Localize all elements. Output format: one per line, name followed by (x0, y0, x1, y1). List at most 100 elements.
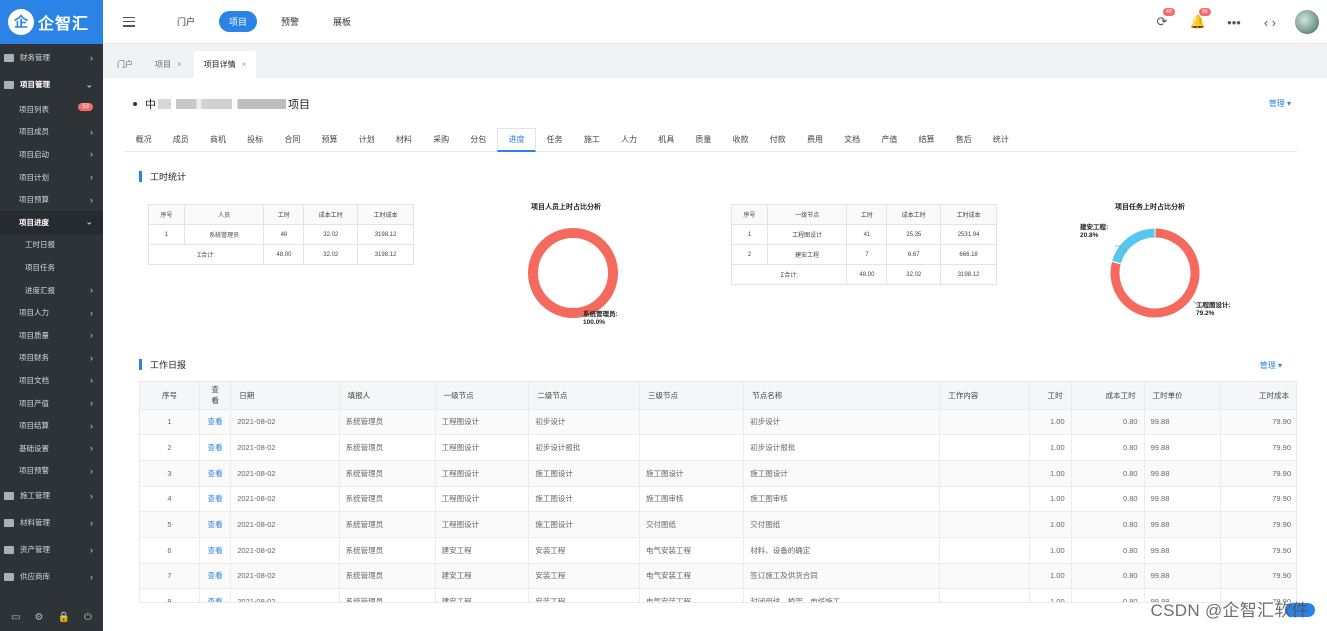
page-tab-2[interactable]: 项目详情 × (193, 51, 257, 78)
sidebar-item-6[interactable]: 项目预算 › (0, 188, 103, 211)
subtab-23[interactable]: 统计 (982, 128, 1019, 152)
subtab-7[interactable]: 材料 (385, 128, 422, 152)
view-link[interactable]: 查看 (199, 511, 232, 538)
sidebar-item-label: 进度汇报 (25, 285, 55, 295)
people_table-header: 工时 (263, 204, 305, 225)
sidebar-item-7[interactable]: 项目进度 ⌄ (0, 210, 103, 234)
menu-toggle-icon[interactable] (123, 16, 135, 27)
more-icon[interactable]: ••• (1223, 11, 1245, 33)
table-cell (939, 562, 1030, 589)
sidebar-item-21[interactable]: 资产管理 › (0, 536, 103, 563)
people-hours-table: 序号 人员 工时 成本工时 工时成本 1 系统管理员 48 32.02 3198.12 Σ合计: 48… (147, 204, 414, 265)
chevron-right-icon: › (90, 443, 93, 454)
bell-icon[interactable]: 🔔 99 (1187, 8, 1211, 33)
sidebar-item-9[interactable]: 项目任务 (0, 256, 103, 279)
table-cell: 工程图设计 (435, 511, 530, 538)
sidebar-item-3[interactable]: 项目成员 › (0, 121, 103, 144)
view-link[interactable]: 查看 (199, 485, 232, 512)
sidebar-item-13[interactable]: 项目财务 › (0, 347, 103, 370)
topnav-0[interactable]: 门户 (167, 11, 205, 32)
table-cell: 交付图纸 (639, 511, 745, 538)
subtab-2[interactable]: 商机 (199, 128, 236, 152)
subtab-0[interactable]: 概况 (125, 128, 162, 152)
subtab-10[interactable]: 进度 (496, 127, 537, 152)
topnav-3[interactable]: 展板 (323, 11, 361, 32)
daily-col-header: 一级节点 (435, 382, 530, 409)
daily-col-header: 工时单价 (1144, 382, 1221, 409)
manage-dropdown[interactable]: 管理 ▾ (1269, 98, 1291, 109)
table-cell: 0.80 (1071, 588, 1145, 602)
subtab-3[interactable]: 投标 (237, 128, 274, 152)
table-cell: 初步设计报批 (528, 434, 640, 461)
close-icon[interactable]: × (177, 60, 182, 69)
monitor-icon[interactable]: ▭ (11, 612, 20, 623)
sidebar-item-15[interactable]: 项目产值 › (0, 392, 103, 415)
subtab-17[interactable]: 付款 (759, 128, 796, 152)
subtab-16[interactable]: 收款 (722, 128, 759, 152)
sidebar-item-8[interactable]: 工时日报 (0, 234, 103, 257)
sidebar-item-1[interactable]: 项目管理 ⌄ (0, 71, 103, 98)
page-tab-0[interactable]: 门户 (107, 51, 143, 78)
subtab-21[interactable]: 结算 (908, 128, 945, 152)
view-link[interactable]: 查看 (199, 536, 232, 564)
sidebar-item-14[interactable]: 项目文档 › (0, 369, 103, 392)
view-link[interactable]: 查看 (199, 459, 232, 487)
sidebar-item-0[interactable]: 财务管理 › (0, 44, 103, 71)
sidebar-item-10[interactable]: 进度汇报 › (0, 279, 103, 302)
sidebar-item-16[interactable]: 项目结算 › (0, 414, 103, 437)
gear-icon[interactable]: ⚙ (35, 612, 44, 623)
section-marker (139, 171, 142, 182)
subtab-13[interactable]: 人力 (610, 128, 647, 152)
sidebar-item-22[interactable]: 供应商库 › (0, 563, 103, 590)
view-link[interactable]: 查看 (199, 408, 232, 435)
logo[interactable]: 企 企智汇 (0, 0, 103, 44)
people-donut-chart (528, 228, 618, 319)
code-icon[interactable]: ‹ › (1259, 11, 1281, 33)
daily-manage-dropdown[interactable]: 管理 ▾ (1260, 360, 1282, 371)
table-cell (939, 434, 1030, 461)
subtab-22[interactable]: 售后 (945, 128, 982, 152)
sidebar-item-20[interactable]: 材料管理 › (0, 509, 103, 536)
sidebar-item-2[interactable]: 项目列表 53 (0, 98, 103, 121)
subtab-15[interactable]: 质量 (685, 128, 722, 152)
sidebar-item-18[interactable]: 项目预警 › (0, 460, 103, 483)
sidebar-item-11[interactable]: 项目人力 › (0, 301, 103, 324)
subtab-6[interactable]: 计划 (348, 128, 385, 152)
refresh-icon[interactable]: ⟳ 40 (1151, 8, 1175, 33)
subtab-4[interactable]: 合同 (274, 128, 311, 152)
subtab-12[interactable]: 施工 (573, 128, 610, 152)
sidebar-item-17[interactable]: 基础设置 › (0, 437, 103, 460)
avatar[interactable] (1295, 10, 1319, 34)
view-link[interactable]: 查看 (199, 588, 232, 602)
sidebar-item-5[interactable]: 项目计划 › (0, 166, 103, 189)
subtab-14[interactable]: 机具 (648, 128, 685, 152)
subtab-20[interactable]: 产值 (871, 128, 908, 152)
notification-badge: 99 (1199, 8, 1211, 16)
subtab-19[interactable]: 文档 (834, 128, 871, 152)
subtab-18[interactable]: 费用 (796, 128, 833, 152)
table-cell: 系统管理员 (339, 511, 436, 538)
sidebar-item-4[interactable]: 项目启动 › (0, 143, 103, 166)
daily-col-header: 序号 (140, 382, 200, 409)
topnav-1[interactable]: 项目 (219, 11, 258, 32)
topnav-2[interactable]: 预警 (271, 11, 309, 32)
lock-icon[interactable]: 🔒 (58, 612, 70, 623)
subtab-1[interactable]: 成员 (162, 128, 199, 152)
table-cell: 系统管理员 (339, 459, 436, 487)
sidebar-item-19[interactable]: 施工管理 › (0, 482, 103, 509)
page-tab-1[interactable]: 项目 × (145, 51, 192, 78)
subtab-8[interactable]: 采购 (423, 128, 460, 152)
power-icon[interactable]: ⏻ (84, 612, 92, 623)
view-link[interactable]: 查看 (199, 562, 232, 589)
page-tab-label: 项目详情 (203, 60, 236, 69)
sidebar-item-label: 项目进度 (19, 217, 49, 227)
sidebar-item-label: 项目质量 (19, 330, 49, 340)
subtab-11[interactable]: 任务 (536, 128, 573, 152)
close-icon[interactable]: × (242, 60, 247, 69)
table-cell (939, 588, 1030, 602)
subtab-5[interactable]: 预算 (311, 128, 348, 152)
table-cell: 2021-08-02 (230, 511, 340, 538)
sidebar-item-12[interactable]: 项目质量 › (0, 324, 103, 347)
view-link[interactable]: 查看 (199, 434, 232, 461)
subtab-9[interactable]: 分包 (460, 128, 497, 152)
